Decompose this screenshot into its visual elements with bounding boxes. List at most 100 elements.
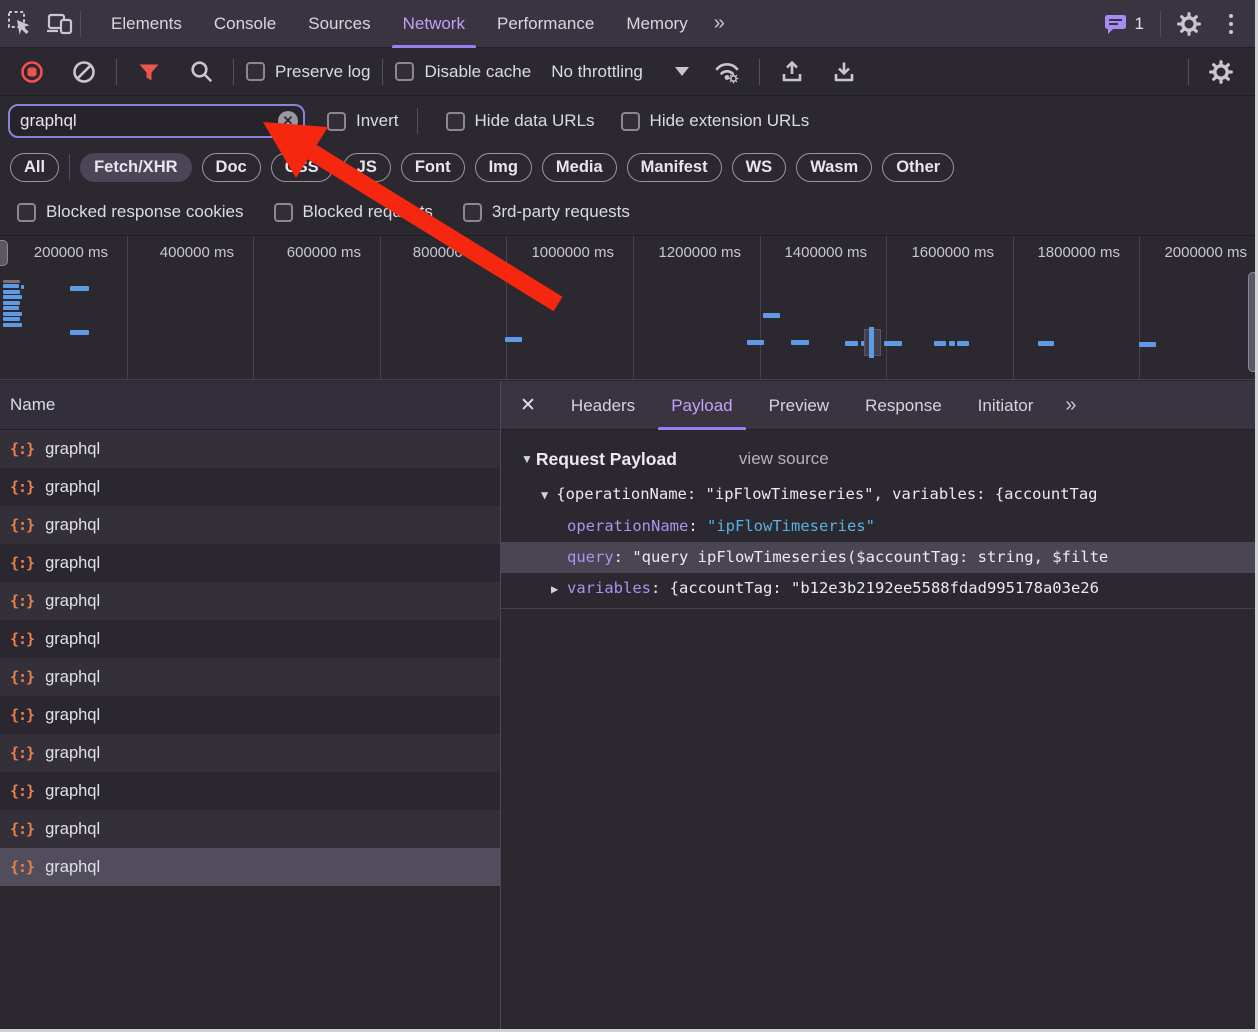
chip-img[interactable]: Img xyxy=(475,153,532,182)
timeline-tick-label: 800000 ms xyxy=(413,244,487,261)
tab-sources[interactable]: Sources xyxy=(292,0,386,48)
close-details-icon[interactable]: ✕ xyxy=(501,394,553,417)
xhr-braces-icon: {:} xyxy=(10,706,34,724)
preserve-log-checkbox[interactable] xyxy=(246,62,265,81)
xhr-braces-icon: {:} xyxy=(10,516,34,534)
chip-css[interactable]: CSS xyxy=(271,153,333,182)
clear-filter-icon[interactable]: ✕ xyxy=(278,111,298,131)
toolbar-separator xyxy=(382,59,383,85)
network-overview-timeline[interactable]: 200000 ms400000 ms600000 ms800000 ms1000… xyxy=(0,235,1255,380)
device-toolbar-icon[interactable] xyxy=(40,4,80,44)
search-icon[interactable] xyxy=(181,52,221,92)
chip-doc[interactable]: Doc xyxy=(202,153,261,182)
chip-other[interactable]: Other xyxy=(882,153,954,182)
tab-memory[interactable]: Memory xyxy=(610,0,703,48)
hide-data-urls-checkbox[interactable] xyxy=(446,112,465,131)
invert-checkbox[interactable] xyxy=(327,112,346,131)
timeline-request-bar xyxy=(3,295,22,299)
request-row[interactable]: {:}graphql xyxy=(0,430,500,468)
request-row[interactable]: {:}graphql xyxy=(0,468,500,506)
record-network-log-button[interactable] xyxy=(12,52,52,92)
view-source-link[interactable]: view source xyxy=(739,449,829,469)
request-row[interactable]: {:}graphql xyxy=(0,848,500,886)
request-row[interactable]: {:}graphql xyxy=(0,734,500,772)
tab-console[interactable]: Console xyxy=(198,0,292,48)
throttling-select[interactable]: No throttling xyxy=(543,62,689,82)
detail-tab-headers[interactable]: Headers xyxy=(553,381,653,430)
tab-network[interactable]: Network xyxy=(387,0,481,48)
payload-row-operation-name[interactable]: operationName: "ipFlowTimeseries" xyxy=(501,511,1255,542)
chip-fetch-xhr[interactable]: Fetch/XHR xyxy=(80,153,191,182)
toolbar-separator xyxy=(233,59,234,85)
request-row[interactable]: {:}graphql xyxy=(0,582,500,620)
blocked-response-cookies-checkbox[interactable] xyxy=(17,203,36,222)
timeline-gridline xyxy=(506,236,507,379)
detail-tab-initiator[interactable]: Initiator xyxy=(960,381,1052,430)
request-payload-section[interactable]: ▼ Request Payload view source xyxy=(501,440,1255,478)
request-row[interactable]: {:}graphql xyxy=(0,544,500,582)
settings-gear-icon[interactable] xyxy=(1169,4,1209,44)
request-name: graphql xyxy=(45,782,100,801)
chip-font[interactable]: Font xyxy=(401,153,465,182)
toolbar-separator xyxy=(116,59,117,85)
detail-tab-payload[interactable]: Payload xyxy=(653,381,750,430)
chip-ws[interactable]: WS xyxy=(732,153,787,182)
timeline-request-bar xyxy=(3,306,19,310)
request-row[interactable]: {:}graphql xyxy=(0,506,500,544)
request-name: graphql xyxy=(45,554,100,573)
payload-row-query[interactable]: query: "query ipFlowTimeseries($accountT… xyxy=(501,542,1255,573)
payload-root-row[interactable]: ▼{operationName: "ipFlowTimeseries", var… xyxy=(501,478,1255,511)
top-bar-separator xyxy=(80,11,81,37)
timeline-window-handle-right[interactable] xyxy=(1248,272,1255,372)
request-name: graphql xyxy=(45,630,100,649)
request-row[interactable]: {:}graphql xyxy=(0,620,500,658)
expand-caret-icon[interactable]: ▼ xyxy=(541,488,548,502)
request-row[interactable]: {:}graphql xyxy=(0,658,500,696)
timeline-tick-label: 200000 ms xyxy=(34,244,108,261)
filter-input[interactable] xyxy=(8,104,305,138)
disable-cache-checkbox[interactable] xyxy=(395,62,414,81)
filter-funnel-icon[interactable] xyxy=(129,52,169,92)
timeline-request-bar xyxy=(3,284,19,288)
hide-data-urls-group: Hide data URLs xyxy=(446,111,595,131)
network-settings-gear-icon[interactable] xyxy=(1201,52,1241,92)
request-row[interactable]: {:}graphql xyxy=(0,696,500,734)
chip-wasm[interactable]: Wasm xyxy=(796,153,872,182)
import-har-icon[interactable] xyxy=(772,52,812,92)
chat-bubble-icon xyxy=(1103,12,1128,36)
caret-down-icon xyxy=(675,67,689,76)
more-detail-tabs-icon[interactable]: » xyxy=(1055,394,1084,417)
name-column-header[interactable]: Name xyxy=(0,381,500,430)
kebab-menu-icon[interactable] xyxy=(1217,14,1245,34)
timeline-request-bar xyxy=(21,285,24,289)
chip-separator xyxy=(69,154,70,180)
chip-js[interactable]: JS xyxy=(343,153,391,182)
extra-filters-row: Blocked response cookiesBlocked requests… xyxy=(0,190,1255,234)
tab-performance[interactable]: Performance xyxy=(481,0,610,48)
detail-tab-preview[interactable]: Preview xyxy=(751,381,847,430)
chip-all[interactable]: All xyxy=(10,153,59,182)
payload-row-variables[interactable]: ▶variables: {accountTag: "b12e3b2192ee55… xyxy=(501,573,1255,604)
timeline-window-handle-left[interactable] xyxy=(0,240,8,266)
more-tabs-icon[interactable]: » xyxy=(704,12,733,35)
chip-media[interactable]: Media xyxy=(542,153,617,182)
request-row[interactable]: {:}graphql xyxy=(0,772,500,810)
clear-network-log-button[interactable] xyxy=(64,52,104,92)
request-row[interactable]: {:}graphql xyxy=(0,810,500,848)
request-name: graphql xyxy=(45,820,100,839)
blocked-requests-checkbox[interactable] xyxy=(274,203,293,222)
chip-manifest[interactable]: Manifest xyxy=(627,153,722,182)
blocked-response-cookies-group: Blocked response cookies xyxy=(17,202,244,222)
requests-pane: Name {:}graphql{:}graphql{:}graphql{:}gr… xyxy=(0,381,501,1029)
inspect-element-icon[interactable] xyxy=(0,4,40,44)
export-har-icon[interactable] xyxy=(824,52,864,92)
timeline-tick-label: 1200000 ms xyxy=(658,244,741,261)
throttling-value: No throttling xyxy=(551,62,643,82)
3rd-party-requests-checkbox[interactable] xyxy=(463,203,482,222)
detail-tab-response[interactable]: Response xyxy=(847,381,960,430)
network-conditions-icon[interactable] xyxy=(707,52,747,92)
issues-button[interactable]: 1 xyxy=(1095,12,1152,36)
hide-extension-urls-checkbox[interactable] xyxy=(621,112,640,131)
tab-elements[interactable]: Elements xyxy=(95,0,198,48)
expand-caret-icon[interactable]: ▶ xyxy=(551,574,567,604)
